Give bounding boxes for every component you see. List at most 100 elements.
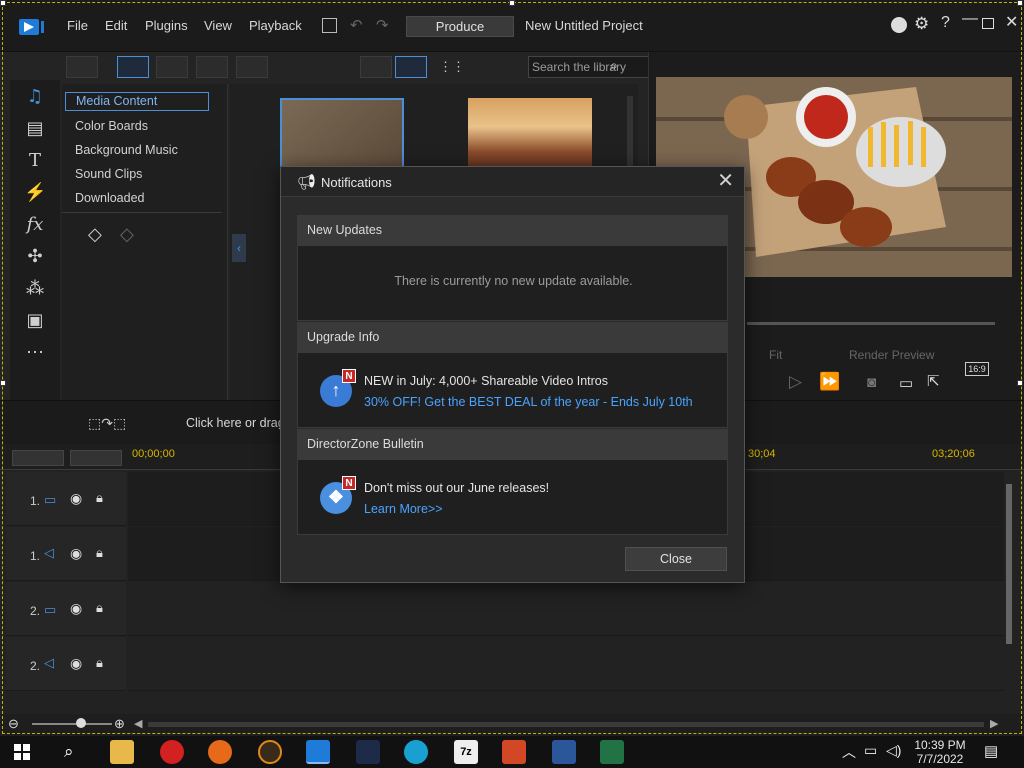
- track-header-audio-2[interactable]: 2. ◁ ◉ 🔒︎: [6, 637, 126, 691]
- close-button[interactable]: Close: [625, 547, 727, 571]
- visibility-eye-icon[interactable]: ◉: [70, 490, 82, 507]
- help-icon[interactable]: ?: [941, 14, 950, 32]
- track-manager-button[interactable]: [12, 450, 64, 466]
- filter-audio-button[interactable]: [236, 56, 268, 78]
- track-row[interactable]: [128, 582, 1004, 636]
- word-icon[interactable]: [552, 740, 576, 764]
- close-window-icon[interactable]: ✕: [1005, 12, 1018, 32]
- title-room-icon[interactable]: T: [24, 150, 46, 172]
- firefox-icon[interactable]: [208, 740, 232, 764]
- media-thumbnail-canyon[interactable]: [468, 98, 592, 170]
- edge-icon[interactable]: [404, 740, 428, 764]
- action-center-icon[interactable]: ▤: [984, 742, 998, 760]
- category-background-music[interactable]: Background Music: [75, 143, 178, 157]
- templates-room-icon[interactable]: ▤: [24, 118, 46, 140]
- fit-dropdown[interactable]: Fit: [769, 348, 782, 362]
- taskbar-clock[interactable]: 10:39 PM 7/7/2022: [910, 738, 970, 766]
- visibility-eye-icon[interactable]: ◉: [70, 545, 82, 562]
- subtitle-room-icon[interactable]: ▣: [24, 310, 46, 332]
- track-header-video-1[interactable]: 1. ▭ ◉ 🔒︎: [6, 472, 126, 526]
- zoom-out-icon[interactable]: ⊖: [8, 716, 19, 732]
- scroll-left-icon[interactable]: ◀: [134, 717, 142, 730]
- media-room-icon[interactable]: ♫: [24, 86, 46, 108]
- collapse-panel-icon[interactable]: ‹: [232, 234, 246, 262]
- settings-gear-icon[interactable]: ⚙: [914, 14, 929, 34]
- power-app-icon[interactable]: [160, 740, 184, 764]
- category-media-content[interactable]: Media Content: [65, 92, 209, 111]
- save-icon[interactable]: [322, 18, 337, 33]
- lock-icon[interactable]: 🔒︎: [96, 600, 103, 616]
- list-view-button[interactable]: [360, 56, 392, 78]
- start-icon[interactable]: [14, 744, 30, 760]
- category-downloaded[interactable]: Downloaded: [75, 191, 145, 205]
- visibility-eye-icon[interactable]: ◉: [70, 600, 82, 617]
- resize-handle[interactable]: [509, 0, 515, 6]
- redo-icon[interactable]: ↷: [376, 16, 389, 34]
- visibility-eye-icon[interactable]: ◉: [70, 655, 82, 672]
- media-app-icon[interactable]: [258, 740, 282, 764]
- file-explorer-icon[interactable]: [110, 740, 134, 764]
- menu-edit[interactable]: Edit: [105, 18, 127, 33]
- zoom-in-icon[interactable]: ⊕: [114, 716, 125, 732]
- lock-icon[interactable]: 🔒︎: [96, 545, 103, 561]
- tray-chevron-icon[interactable]: ︿: [842, 742, 856, 762]
- timeline-vertical-scrollbar[interactable]: [1006, 484, 1012, 644]
- transition-room-icon[interactable]: ⚡: [24, 182, 46, 204]
- undock-icon[interactable]: ⇱: [927, 372, 940, 390]
- search-icon[interactable]: ⌕: [64, 742, 74, 762]
- zoom-slider-handle[interactable]: [76, 718, 86, 728]
- menu-view[interactable]: View: [204, 18, 232, 33]
- pip-room-icon[interactable]: ✣: [24, 246, 46, 268]
- aspect-ratio-dropdown[interactable]: 16:9: [965, 362, 989, 376]
- lock-icon[interactable]: 🔒︎: [96, 655, 103, 671]
- effect-room-icon[interactable]: fx: [24, 214, 46, 236]
- preview-timeline-bar[interactable]: [747, 322, 995, 325]
- network-icon[interactable]: ▭: [864, 742, 877, 759]
- thumbnail-view-button[interactable]: [395, 56, 427, 78]
- category-color-boards[interactable]: Color Boards: [75, 119, 148, 133]
- import-media-button[interactable]: [66, 56, 98, 78]
- app-logo-icon[interactable]: [18, 16, 48, 38]
- dialog-close-icon[interactable]: ✕: [717, 171, 734, 191]
- menu-plugins[interactable]: Plugins: [145, 18, 188, 33]
- track-row[interactable]: [128, 637, 1004, 691]
- video-app-icon[interactable]: [356, 740, 380, 764]
- learn-more-link[interactable]: Learn More>>: [364, 502, 443, 516]
- excel-icon[interactable]: [600, 740, 624, 764]
- filter-all-media-button[interactable]: [117, 56, 149, 78]
- subtitle-icon[interactable]: ▭: [899, 374, 913, 392]
- media-thumbnail-food[interactable]: [280, 98, 404, 170]
- track-header-video-2[interactable]: 2. ▭ ◉ 🔒︎: [6, 582, 126, 636]
- category-sound-clips[interactable]: Sound Clips: [75, 167, 142, 181]
- undo-icon[interactable]: ↶: [350, 16, 363, 34]
- minimize-icon[interactable]: —: [962, 10, 978, 28]
- menu-file[interactable]: File: [67, 18, 88, 33]
- resize-handle[interactable]: [0, 380, 6, 386]
- filter-image-button[interactable]: [196, 56, 228, 78]
- remove-tag-icon[interactable]: ◇: [120, 224, 134, 245]
- storyboard-toggle-icon[interactable]: ⬚↷⬚: [88, 415, 126, 432]
- scroll-right-icon[interactable]: ▶: [990, 717, 998, 730]
- powerdirector-icon[interactable]: [306, 740, 330, 764]
- play-icon[interactable]: ▷: [789, 372, 802, 392]
- resize-handle[interactable]: [0, 0, 6, 6]
- zoom-slider[interactable]: [32, 723, 112, 725]
- more-rooms-icon[interactable]: ⋯: [24, 342, 46, 364]
- fast-forward-icon[interactable]: ⏩: [819, 372, 840, 392]
- notification-bell-icon[interactable]: [891, 17, 907, 33]
- search-icon[interactable]: ⌕: [610, 57, 618, 74]
- resize-handle[interactable]: [1017, 380, 1023, 386]
- filter-video-button[interactable]: [156, 56, 188, 78]
- render-preview-button[interactable]: Render Preview: [849, 348, 934, 362]
- maximize-icon[interactable]: [982, 18, 994, 29]
- snapshot-icon[interactable]: ◙: [867, 374, 876, 391]
- volume-icon[interactable]: ◁): [886, 742, 901, 759]
- add-tag-icon[interactable]: ◇: [88, 224, 102, 245]
- drop-hint-text[interactable]: Click here or drag: [186, 416, 285, 430]
- menu-playback[interactable]: Playback: [249, 18, 302, 33]
- fit-timeline-button[interactable]: [70, 450, 122, 466]
- particle-room-icon[interactable]: ⁂: [24, 278, 46, 300]
- resize-handle[interactable]: [1017, 0, 1023, 6]
- 7zip-icon[interactable]: 7z: [454, 740, 478, 764]
- upgrade-deal-link[interactable]: 30% OFF! Get the BEST DEAL of the year -…: [364, 395, 693, 409]
